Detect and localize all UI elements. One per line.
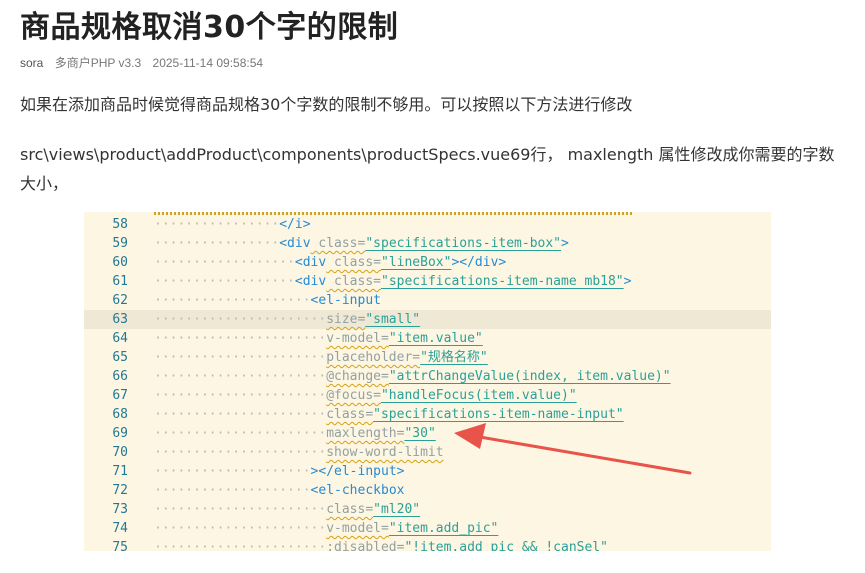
article-title: 商品规格取消30个字的限制	[20, 10, 399, 45]
intro-paragraph: 如果在添加商品时候觉得商品规格30个字数的限制不够用。可以按照以下方法进行修改	[20, 95, 633, 114]
author-name[interactable]: sora	[20, 56, 43, 70]
red-arrow-icon	[454, 423, 692, 475]
category-label[interactable]: 多商户PHP v3.3	[55, 56, 141, 70]
code-screenshot: 58 ················</i> 59 ················…	[84, 212, 771, 551]
publish-date: 2025-11-14 09:58:54	[152, 56, 264, 70]
article-meta: sora 多商户PHP v3.3 2025-11-14 09:58:54	[20, 54, 271, 71]
file-path-paragraph: src\views\product\addProduct\components\…	[20, 145, 835, 193]
